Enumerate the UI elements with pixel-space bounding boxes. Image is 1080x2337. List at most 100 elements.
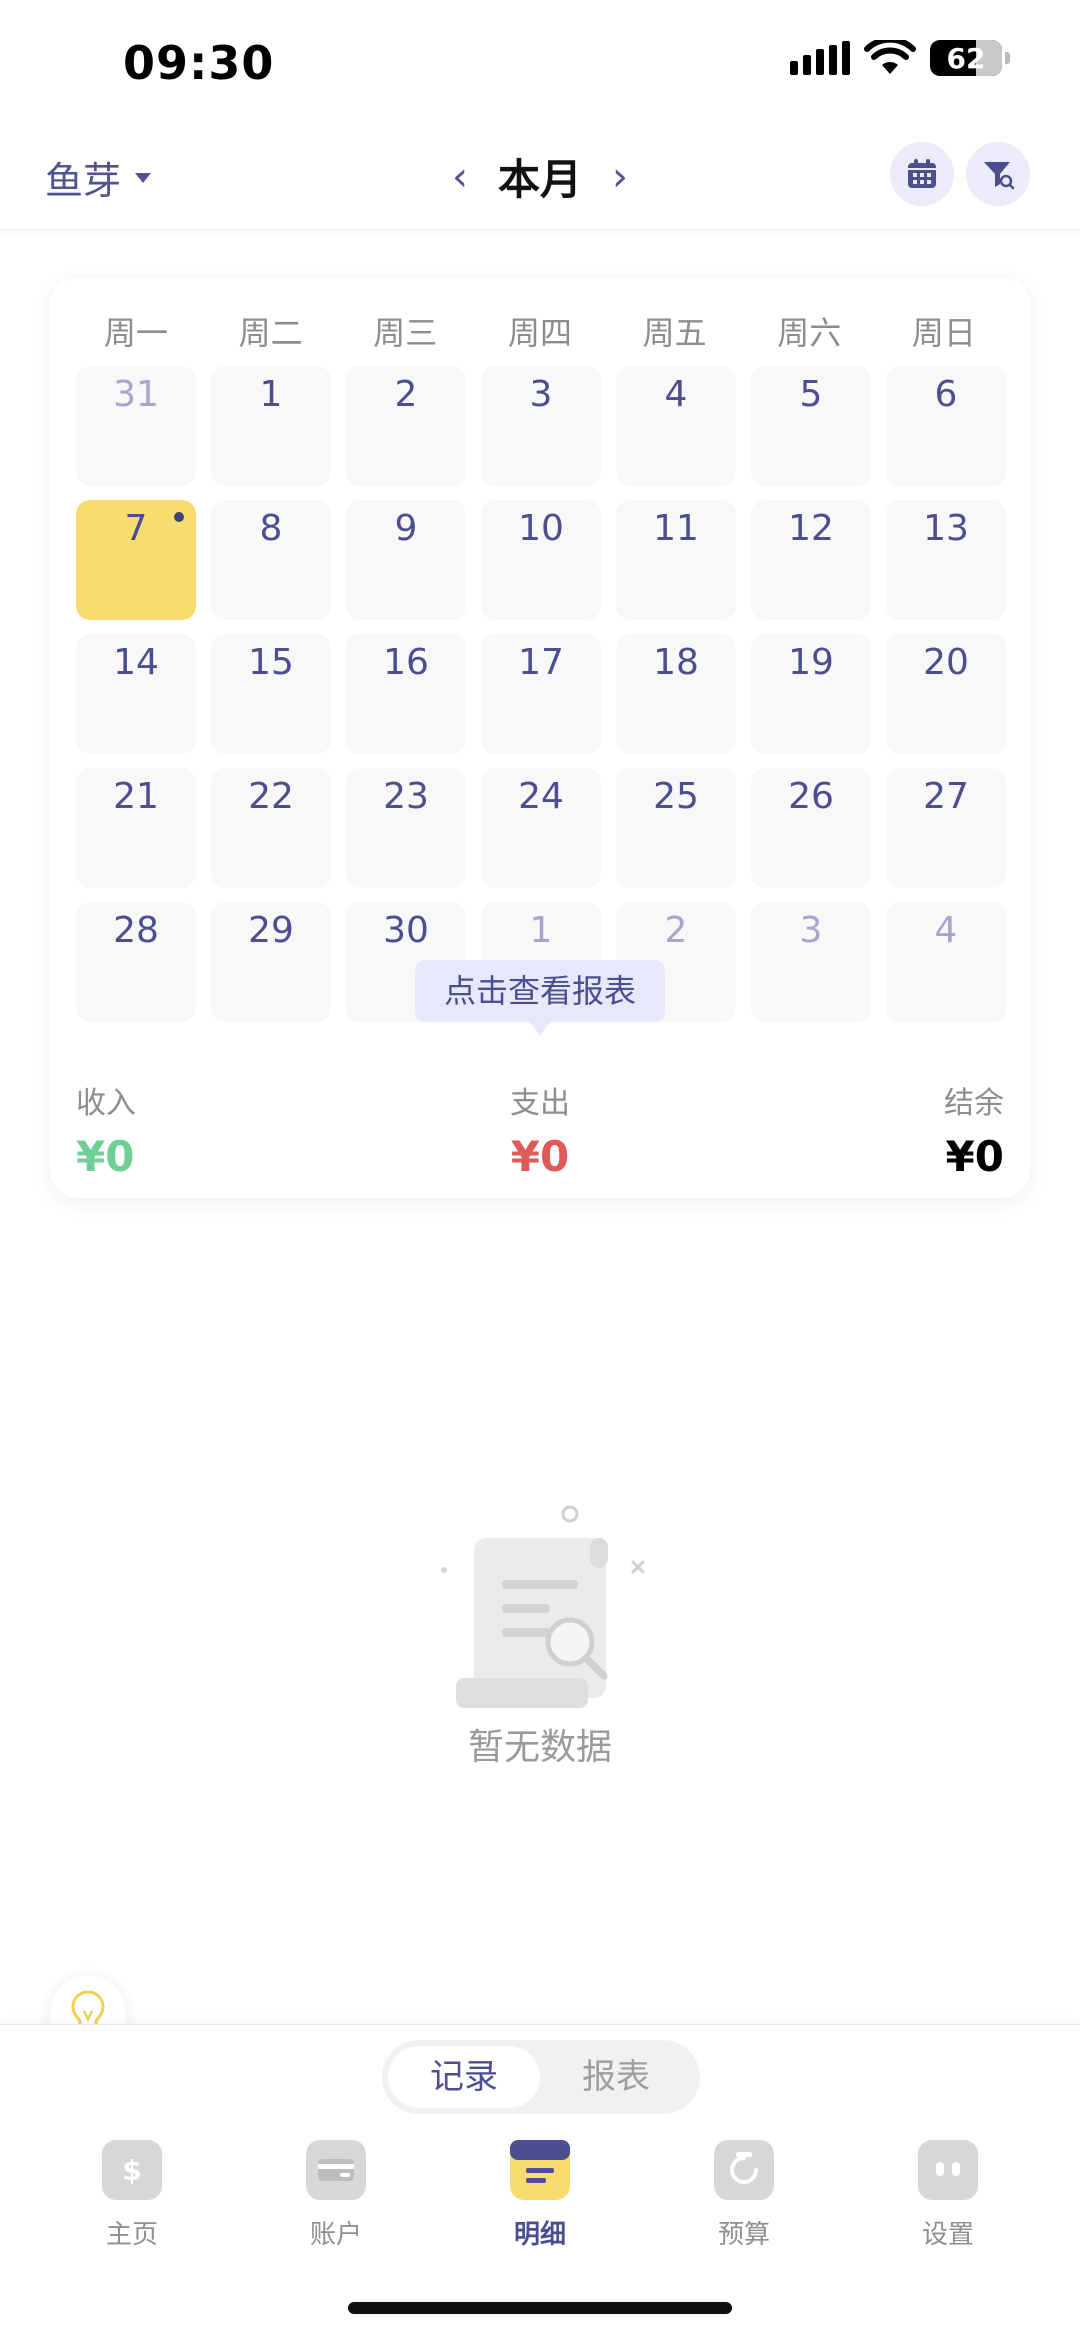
day-number: 4 [934, 910, 958, 951]
balance-value: ¥0 [945, 1132, 1004, 1181]
day-number: 21 [113, 776, 159, 817]
calendar-day[interactable]: 17 [481, 634, 601, 754]
calendar-day[interactable]: 15 [211, 634, 331, 754]
day-number: 23 [383, 776, 429, 817]
weekday-label: 周一 [103, 314, 168, 352]
calendar-day[interactable]: 24 [481, 768, 601, 888]
day-number: 28 [113, 910, 159, 951]
calendar-icon [908, 159, 936, 188]
calendar-day[interactable]: 16 [346, 634, 466, 754]
tab-label: 主页 [105, 2220, 158, 2250]
calendar-day[interactable]: 12 [751, 500, 871, 620]
next-month-button[interactable]: › [600, 154, 640, 200]
calendar-day[interactable]: 20 [886, 634, 1006, 754]
day-number: 3 [799, 910, 823, 951]
calendar-week-row: 7 8 9 10 11 12 13 [76, 500, 1006, 620]
calendar-day[interactable]: 4 [886, 902, 1006, 1022]
segment-record[interactable]: 记录 [388, 2046, 540, 2108]
calendar-day[interactable]: 23 [346, 768, 466, 888]
calendar-day[interactable]: 27 [886, 768, 1006, 888]
calendar-day[interactable]: 1 [211, 366, 331, 486]
income-summary: 收入 ¥0 [76, 1078, 136, 1181]
calendar-day[interactable]: 9 [346, 500, 466, 620]
calendar-day[interactable]: 22 [211, 768, 331, 888]
segment-report[interactable]: 报表 [540, 2046, 692, 2108]
filter-search-button[interactable] [966, 142, 1030, 206]
calendar-day[interactable]: 18 [616, 634, 736, 754]
month-navigator: ‹ 本月 › [440, 146, 640, 207]
battery-level: 62 [946, 41, 986, 75]
day-number: 1 [529, 910, 553, 951]
calendar-day[interactable]: 6 [886, 366, 1006, 486]
calendar-day[interactable]: 5 [751, 366, 871, 486]
today-dot-icon [174, 512, 184, 522]
day-number: 10 [518, 508, 564, 549]
day-number: 13 [923, 508, 969, 549]
calendar-day[interactable]: 10 [481, 500, 601, 620]
calendar-day[interactable]: 2 [346, 366, 466, 486]
calendar-day[interactable]: 21 [76, 768, 196, 888]
home-indicator [348, 2302, 732, 2314]
calendar-day[interactable]: 11 [616, 500, 736, 620]
calendar-day[interactable]: 4 [616, 366, 736, 486]
weekday-label: 周五 [642, 314, 707, 352]
calendar-day[interactable]: 28 [76, 902, 196, 1022]
bottom-panel: 记录 报表 $ 主页 账户 明细 预算 设置 [0, 2024, 1080, 2337]
day-number: 6 [934, 374, 958, 415]
calendar-list-icon [510, 2140, 570, 2200]
prev-month-button[interactable]: ‹ [440, 154, 480, 200]
day-number: 18 [653, 642, 699, 683]
day-number: 15 [248, 642, 294, 683]
calendar-view-button[interactable] [890, 142, 954, 206]
day-number: 29 [248, 910, 294, 951]
tab-label: 明细 [513, 2220, 566, 2250]
calendar-day[interactable]: 3 [481, 366, 601, 486]
empty-document-icon [441, 1505, 645, 1708]
calendar-week-row: 31 1 2 3 4 5 6 [76, 366, 1006, 486]
day-number: 1 [259, 374, 283, 415]
tab-label: 账户 [309, 2220, 362, 2250]
view-report-tooltip[interactable]: 点击查看报表 [415, 960, 665, 1036]
tab-budget[interactable]: 预算 [674, 2140, 814, 2260]
tab-home[interactable]: $ 主页 [62, 2140, 202, 2260]
day-number: 16 [383, 642, 429, 683]
empty-state-text: 暂无数据 [467, 1727, 612, 1768]
calendar-day[interactable]: 31 [76, 366, 196, 486]
tab-details[interactable]: 明细 [470, 2140, 610, 2260]
filter-search-icon [984, 162, 1015, 190]
day-number: 8 [259, 508, 283, 549]
book-selector[interactable]: 鱼芽 [45, 150, 152, 205]
day-number: 19 [788, 642, 834, 683]
weekday-label: 周四 [507, 314, 572, 352]
month-title[interactable]: 本月 [498, 146, 582, 207]
calendar-day[interactable]: 3 [751, 902, 871, 1022]
tab-settings[interactable]: 设置 [878, 2140, 1018, 2260]
calendar-week-row: 14 15 16 17 18 19 20 [76, 634, 1006, 754]
calendar-day[interactable]: 8 [211, 500, 331, 620]
wallet-icon [306, 2140, 366, 2200]
caret-down-icon [135, 172, 152, 183]
calendar-card: 周一 周二 周三 周四 周五 周六 周日 31 1 2 3 4 5 6 7 8 … [50, 278, 1030, 1198]
calendar-day[interactable]: 14 [76, 634, 196, 754]
calendar-day[interactable]: 13 [886, 500, 1006, 620]
svg-text:$: $ [122, 2154, 141, 2187]
weekday-label: 周日 [911, 314, 976, 352]
day-number: 24 [518, 776, 564, 817]
status-bar: 09:30 62 [0, 0, 1080, 120]
weekday-label: 周二 [238, 314, 303, 352]
calendar-day[interactable]: 19 [751, 634, 871, 754]
expense-summary: 支出 ¥0 [510, 1078, 570, 1181]
day-number: 22 [248, 776, 294, 817]
day-number: 31 [113, 374, 159, 415]
calendar-day[interactable]: 29 [211, 902, 331, 1022]
calendar-day[interactable]: 26 [751, 768, 871, 888]
calendar-day-today[interactable]: 7 [76, 500, 196, 620]
calendar-day[interactable]: 25 [616, 768, 736, 888]
bottom-tab-bar: $ 主页 账户 明细 预算 设置 [0, 2140, 1080, 2260]
weekday-label: 周六 [777, 314, 842, 352]
status-indicators: 62 [790, 40, 1010, 76]
day-number: 27 [923, 776, 969, 817]
tab-accounts[interactable]: 账户 [266, 2140, 406, 2260]
day-number: 26 [788, 776, 834, 817]
day-number: 2 [394, 374, 418, 415]
